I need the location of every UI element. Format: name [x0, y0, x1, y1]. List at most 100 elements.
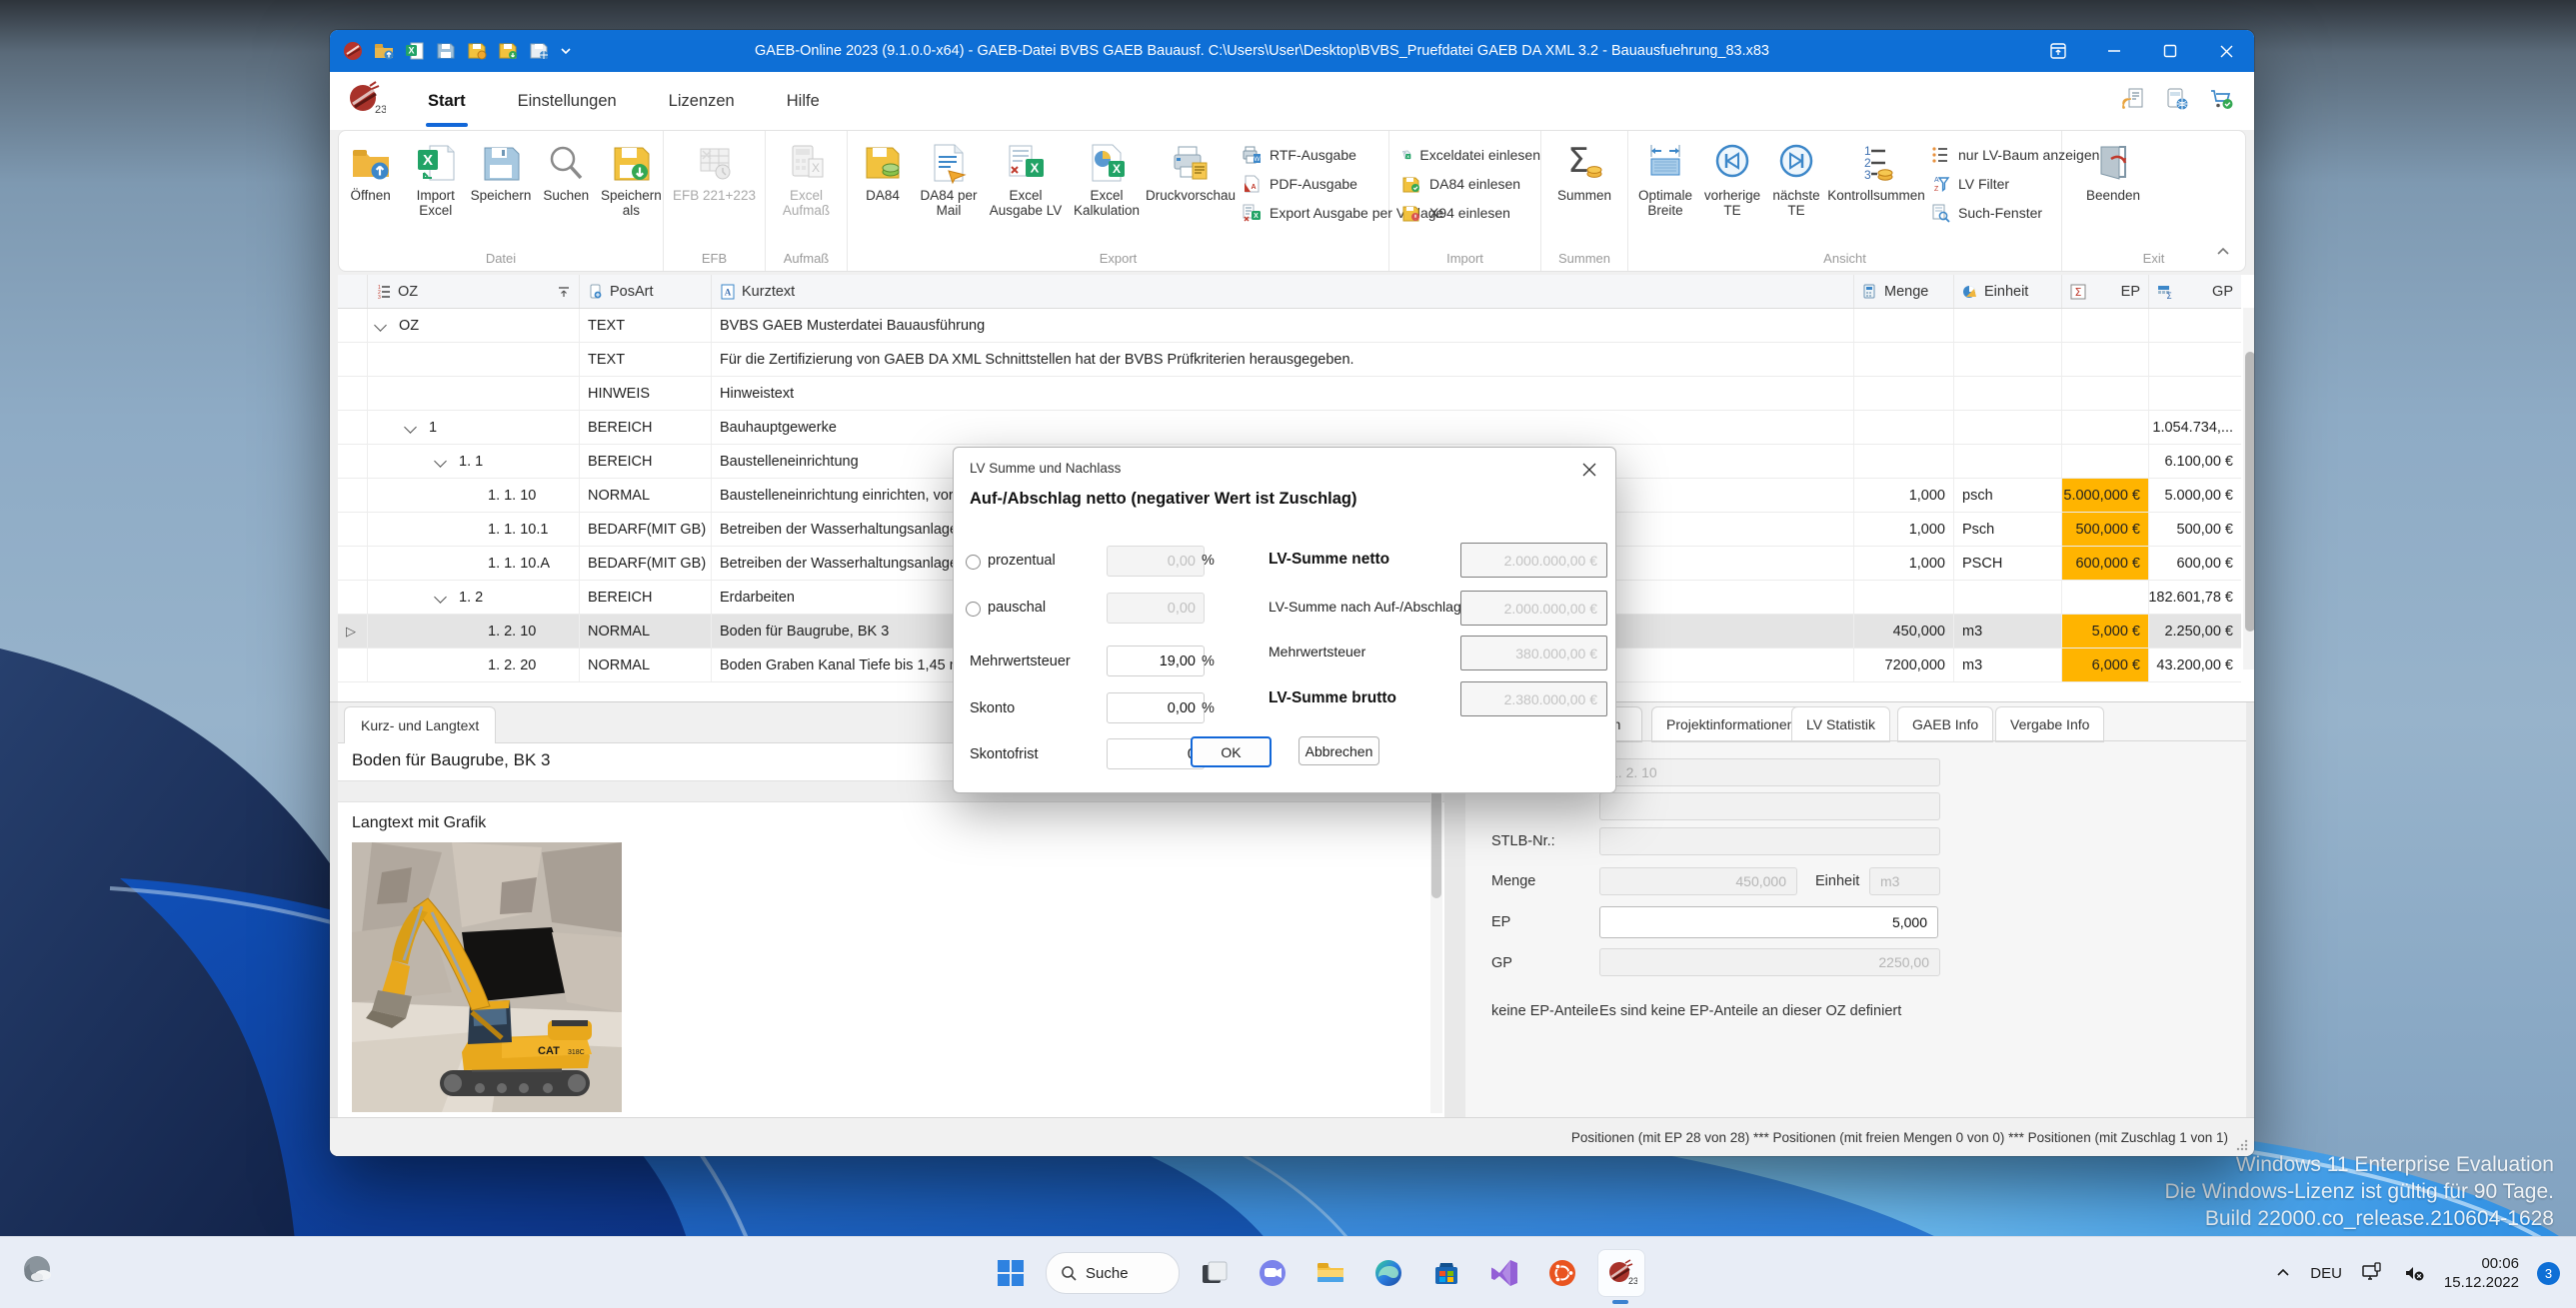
speichern-button[interactable]: Speichern — [469, 141, 532, 218]
excel-aufmass-button[interactable]: X Excel Aufmaß — [771, 141, 843, 218]
save-import-icon[interactable] — [497, 40, 519, 62]
tree-expand-icon[interactable] — [434, 591, 447, 604]
teams-chat-button[interactable] — [1250, 1250, 1295, 1296]
suchen-button[interactable]: Suchen — [535, 141, 598, 218]
tab-hilfe[interactable]: Hilfe — [785, 88, 822, 115]
volume-muted-icon[interactable] — [2402, 1261, 2426, 1285]
prozentual-radio[interactable] — [966, 555, 981, 570]
shop-cart-icon[interactable] — [2208, 86, 2234, 112]
sort-icon[interactable] — [557, 285, 571, 299]
tab-einstellungen[interactable]: Einstellungen — [516, 88, 619, 115]
druckvorschau-button[interactable]: Druckvorschau — [1148, 141, 1234, 223]
header-gp[interactable]: Σ GP — [2149, 275, 2241, 308]
cell-einheit: m3 — [1954, 615, 2062, 648]
cell-gp: 2.250,00 € — [2149, 615, 2241, 648]
pauschal-field[interactable]: 0,00 — [1107, 593, 1205, 624]
da84-per-mail-button[interactable]: DA84 per Mail — [914, 141, 984, 223]
x94-einlesen-button[interactable]: X94 einlesen — [1401, 203, 1540, 223]
header-oz[interactable]: 123 OZ — [368, 275, 580, 308]
kurztext-field[interactable] — [1599, 792, 1940, 820]
langtext-scrollbar[interactable] — [1430, 746, 1442, 1113]
widgets-button[interactable] — [18, 1250, 58, 1295]
excel-ausgabe-lv-button[interactable]: X Excel Ausgabe LV — [986, 141, 1066, 223]
ribbon-collapse-button[interactable] — [2215, 244, 2231, 265]
skonto-field[interactable]: 0,00 — [1107, 692, 1205, 723]
save-variant-icon[interactable] — [466, 40, 488, 62]
cancel-button[interactable]: Abbrechen — [1298, 736, 1379, 765]
maximize-button[interactable] — [2142, 30, 2198, 72]
summen-button[interactable]: Σ Summen — [1546, 141, 1622, 203]
stlb-field[interactable] — [1599, 827, 1940, 855]
prozentual-field[interactable]: 0,00 — [1107, 546, 1205, 577]
beenden-button[interactable]: Beenden — [2078, 141, 2148, 203]
task-view-button[interactable] — [1192, 1250, 1238, 1296]
dialog-close-button[interactable] — [1577, 458, 1601, 482]
table-row[interactable]: OZTEXTBVBS GAEB Musterdatei Bauausführun… — [338, 309, 2241, 343]
tab-gaeb-info[interactable]: GAEB Info — [1897, 706, 1993, 742]
exceldatei-einlesen-button[interactable]: X Exceldatei einlesen — [1401, 145, 1540, 165]
file-explorer-button[interactable] — [1307, 1250, 1353, 1296]
optimale-breite-button[interactable]: Optimale Breite — [1632, 141, 1698, 223]
header-ep[interactable]: Σ EP — [2062, 275, 2149, 308]
tab-vergabe-info[interactable]: Vergabe Info — [1995, 706, 2104, 742]
notification-badge[interactable]: 3 — [2537, 1262, 2560, 1285]
table-row[interactable]: 1BEREICHBauhauptgewerke1.054.734,... — [338, 411, 2241, 445]
mwst-field[interactable]: 19,00 — [1107, 646, 1205, 676]
ms-store-button[interactable] — [1423, 1250, 1469, 1296]
minimize-button[interactable] — [2086, 30, 2142, 72]
resize-grip[interactable] — [2236, 1139, 2248, 1151]
speichern-als-button[interactable]: Speichern als — [600, 141, 663, 218]
tab-projektinformationen[interactable]: Projektinformationen — [1651, 706, 1809, 742]
news-feed-icon[interactable] — [2120, 86, 2146, 112]
edge-button[interactable] — [1365, 1250, 1411, 1296]
close-button[interactable] — [2198, 30, 2254, 72]
gaeb-online-taskbar-button[interactable]: 23 — [1597, 1249, 1645, 1297]
efb-button[interactable]: EFB 221+223 — [670, 141, 760, 203]
kontrollsummen-button[interactable]: 123 Kontrollsummen — [1828, 141, 1924, 223]
table-row[interactable]: HINWEISHinweistext — [338, 377, 2241, 411]
network-icon[interactable] — [2360, 1261, 2384, 1285]
language-indicator[interactable]: DEU — [2310, 1265, 2342, 1282]
open-file-icon[interactable] — [373, 40, 395, 62]
table-vertical-scrollbar[interactable] — [2243, 308, 2254, 669]
header-kurztext[interactable]: A Kurztext — [712, 275, 1854, 308]
tree-expand-icon[interactable] — [404, 421, 417, 434]
titlebar[interactable]: X GAEB-Online 2023 (9.1.0.0-x64) - GAEB-… — [330, 30, 2254, 72]
ok-button[interactable]: OK — [1191, 736, 1272, 767]
gp-field[interactable]: 2250,00 — [1599, 948, 1940, 976]
import-excel-icon[interactable]: X — [404, 40, 426, 62]
ubuntu-button[interactable] — [1539, 1250, 1585, 1296]
visual-studio-button[interactable] — [1481, 1250, 1527, 1296]
tab-lv-statistik[interactable]: LV Statistik — [1791, 706, 1890, 742]
clock[interactable]: 00:06 15.12.2022 — [2444, 1254, 2519, 1292]
menge-field[interactable]: 450,000 — [1599, 867, 1797, 895]
import-excel-button[interactable]: X Import Excel — [404, 141, 467, 218]
gaeb-logo-icon[interactable]: 23 — [346, 80, 386, 120]
manual-web-icon[interactable] — [2164, 86, 2190, 112]
vorherige-te-button[interactable]: vorherige TE — [1700, 141, 1764, 223]
einheit-field[interactable]: m3 — [1869, 867, 1940, 895]
ep-field[interactable]: 5,000 — [1599, 906, 1938, 938]
save-icon[interactable] — [435, 40, 457, 62]
header-einheit[interactable]: Einheit — [1954, 275, 2062, 308]
naechste-te-button[interactable]: nächste TE — [1766, 141, 1826, 223]
tree-expand-icon[interactable] — [374, 319, 387, 332]
da84-button[interactable]: DA84 — [854, 141, 912, 223]
table-row[interactable]: TEXTFür die Zertifizierung von GAEB DA X… — [338, 343, 2241, 377]
tree-expand-icon[interactable] — [434, 455, 447, 468]
tab-lizenzen[interactable]: Lizenzen — [667, 88, 737, 115]
tab-kurz-und-langtext[interactable]: Kurz- und Langtext — [344, 706, 496, 743]
da84-einlesen-button[interactable]: DA84 einlesen — [1401, 174, 1540, 194]
header-menge[interactable]: Menge — [1854, 275, 1954, 308]
tray-chevron-icon[interactable] — [2274, 1264, 2292, 1282]
pauschal-radio[interactable] — [966, 602, 981, 617]
header-posart[interactable]: PosArt — [580, 275, 712, 308]
excel-kalkulation-button[interactable]: X Excel Kalkulation — [1068, 141, 1146, 223]
oeffnen-button[interactable]: Öffnen — [339, 141, 402, 218]
search-box[interactable]: Suche — [1046, 1252, 1180, 1294]
tab-start[interactable]: Start — [426, 88, 468, 115]
ribbon-display-options-button[interactable] — [2030, 30, 2086, 72]
oz-field[interactable]: 1. 2. 10 — [1599, 758, 1940, 786]
taskbar: Suche 23 — [0, 1236, 2576, 1308]
start-button[interactable] — [988, 1250, 1034, 1296]
